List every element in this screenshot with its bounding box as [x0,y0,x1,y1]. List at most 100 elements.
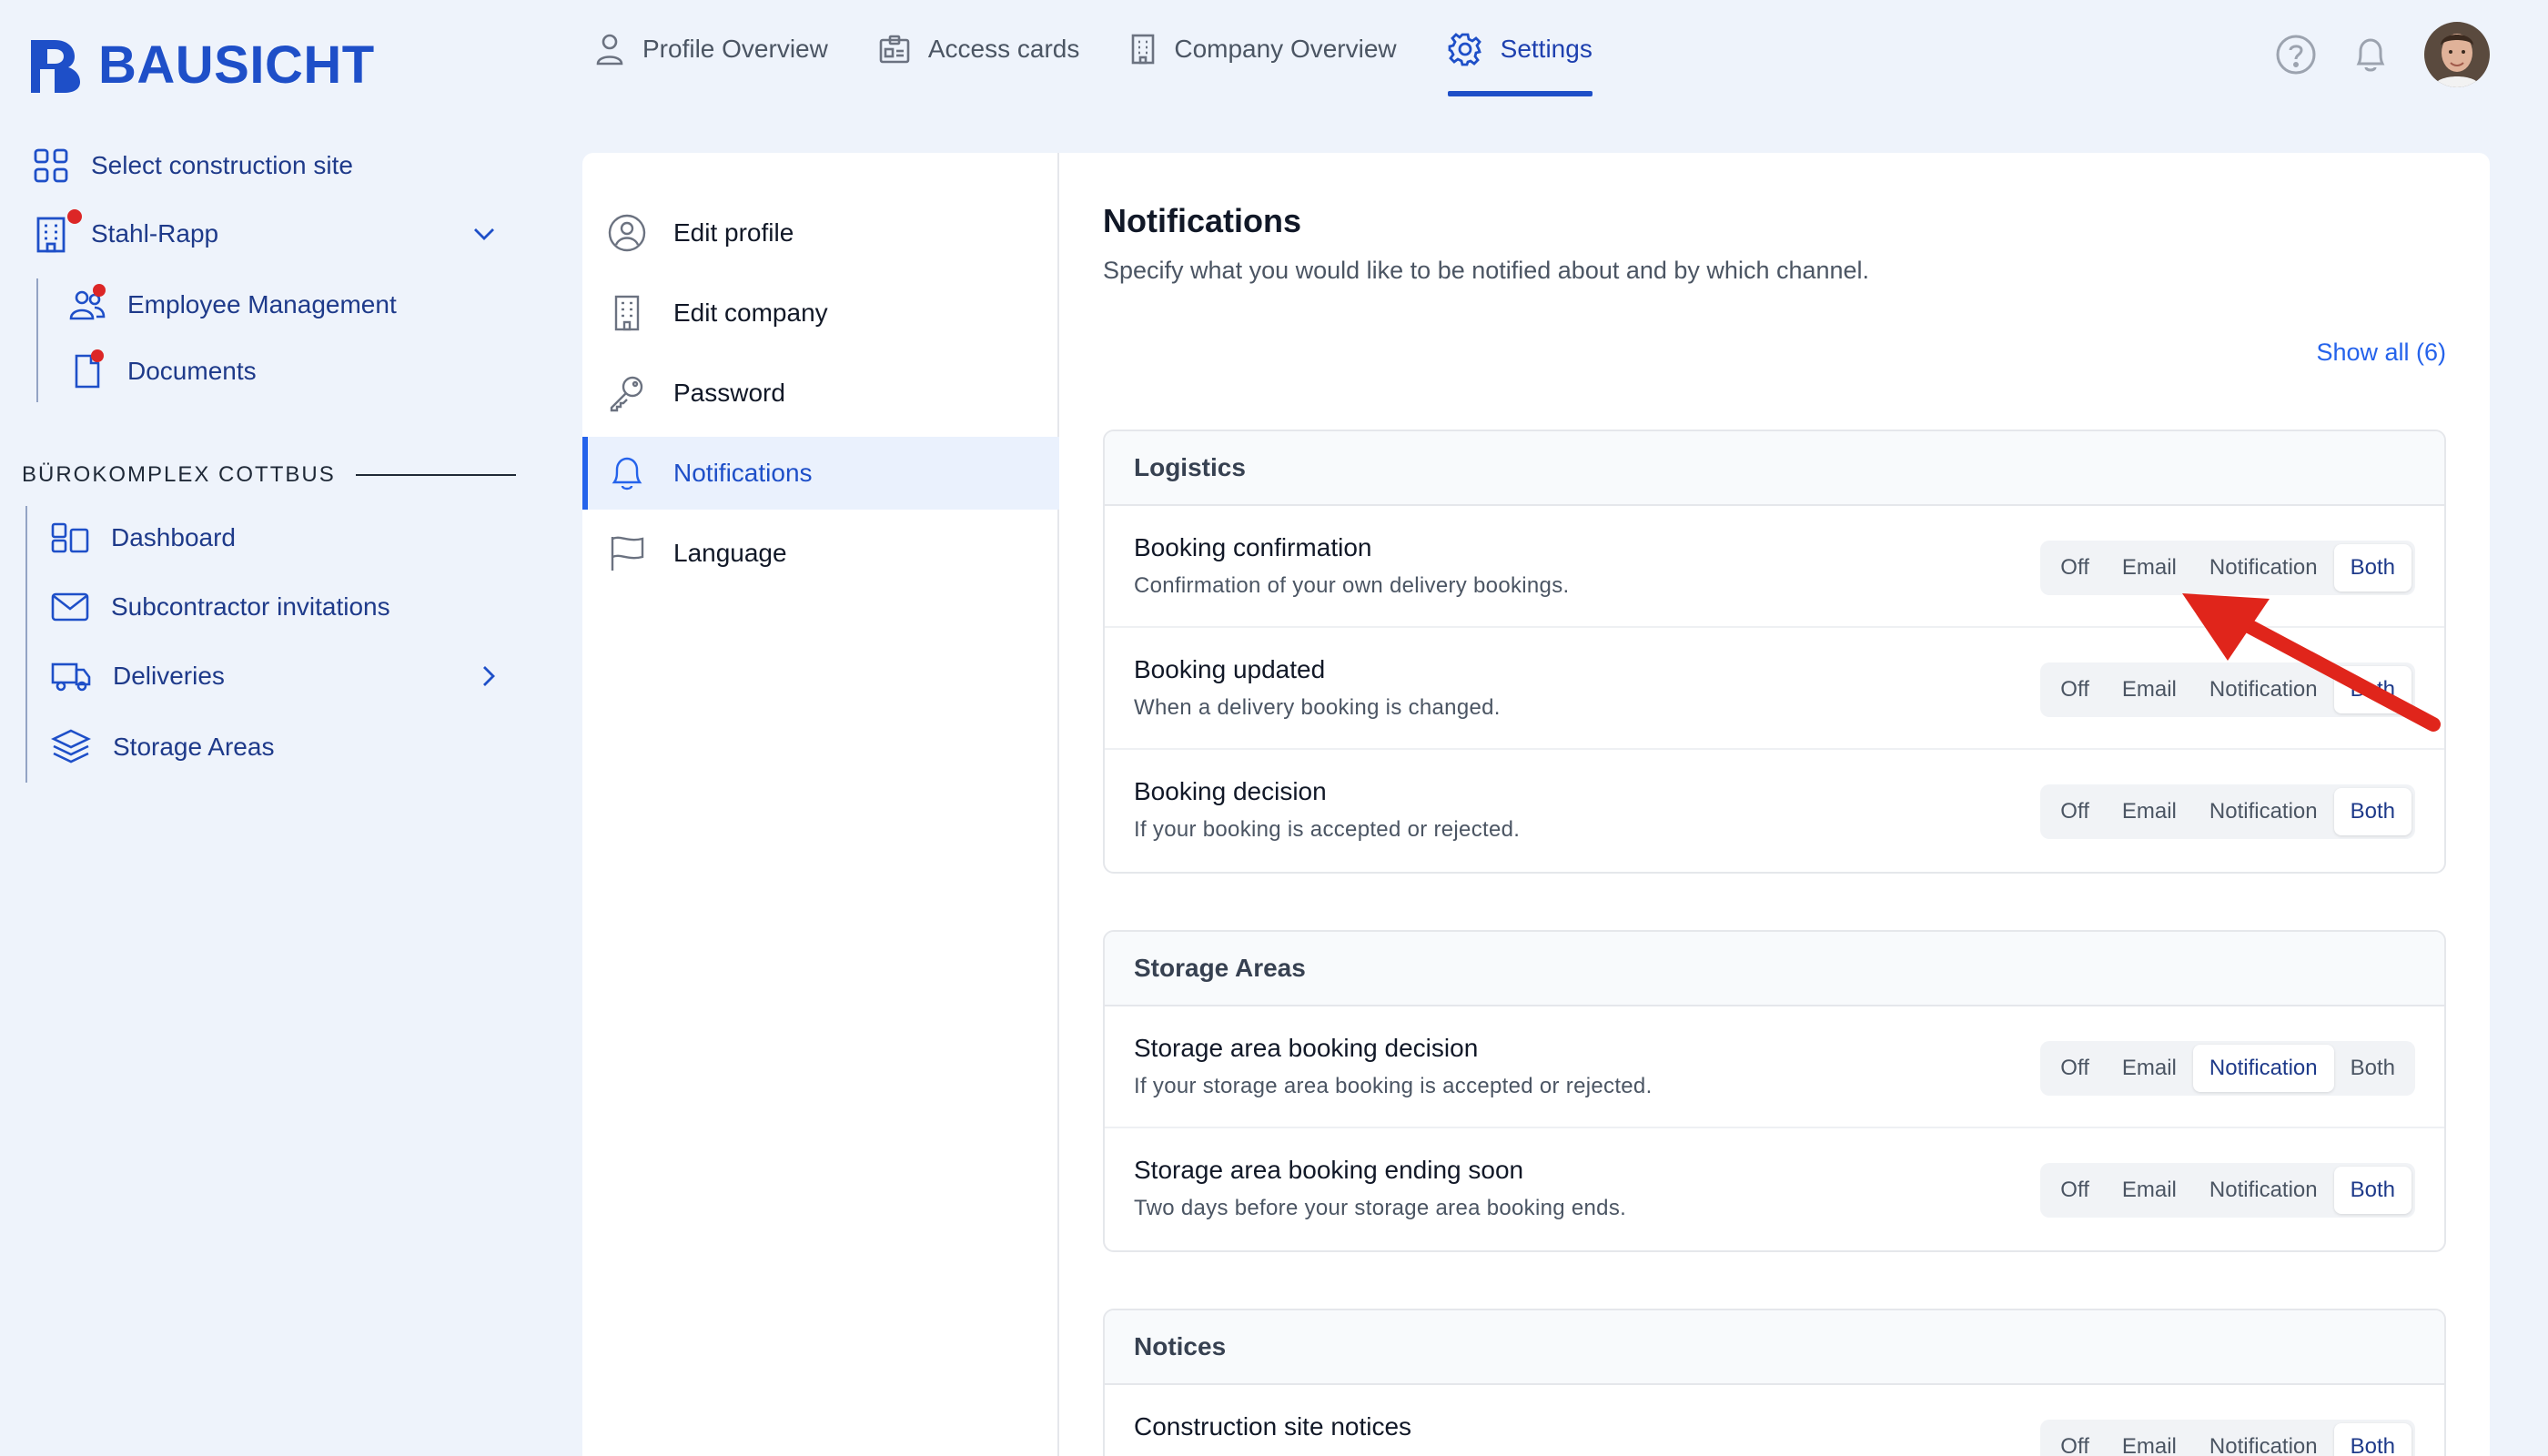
option-off[interactable]: Off [2044,1423,2106,1456]
option-email[interactable]: Email [2106,1045,2193,1092]
tab-settings[interactable]: Settings [1435,0,1605,98]
sidebar-item-deliveries[interactable]: Deliveries [51,661,497,692]
sidebar-item-label: Subcontractor invitations [111,592,390,621]
settings-nav-edit-company[interactable]: Edit company [582,277,1059,349]
row-title: Booking confirmation [1134,533,1372,561]
settings-nav-language[interactable]: Language [582,517,1059,590]
settings-nav-notifications[interactable]: Notifications [582,437,1059,510]
avatar[interactable] [2424,22,2490,87]
notification-row: Booking decision If your booking is acce… [1105,750,2444,872]
row-description: Confirmation of your own delivery bookin… [1134,573,1570,598]
user-icon [596,34,623,66]
sidebar-item-dashboard[interactable]: Dashboard [51,522,236,553]
group-title: Storage Areas [1105,932,2444,1006]
option-off[interactable]: Off [2044,1045,2106,1092]
option-both[interactable]: Both [2334,1045,2412,1092]
notification-dot [93,284,106,297]
page-description: Specify what you would like to be notifi… [1103,257,1870,284]
sidebar-item-employee-management[interactable]: Employee Management [69,284,397,322]
option-email[interactable]: Email [2106,1167,2193,1214]
bell-icon[interactable] [2351,35,2390,75]
chevron-right-icon[interactable] [480,663,497,689]
notification-row: Construction site notices Off Email Noti… [1105,1385,2444,1456]
settings-panel: Edit profile Edit company Password Notif… [582,153,2490,1456]
channel-selector: Off Email Notification Both [2040,1041,2415,1096]
site-section-header: BÜROKOMPLEX COTTBUS [22,462,516,488]
notification-dot [91,349,104,362]
building-icon [1132,34,1155,65]
company-name: Stahl-Rapp [91,219,219,248]
settings-nav-label: Edit profile [673,218,794,247]
help-icon[interactable] [2275,34,2317,76]
option-off[interactable]: Off [2044,666,2106,713]
chevron-down-icon[interactable] [471,226,497,242]
group-title: Notices [1105,1310,2444,1385]
site-section-title: BÜROKOMPLEX COTTBUS [22,462,336,487]
notification-group-notices: Notices Construction site notices Off Em… [1103,1309,2446,1456]
brand-logo[interactable]: BAUSICHT [27,35,375,96]
header-actions [2275,22,2490,87]
user-circle-icon [608,214,646,252]
tab-label: Settings [1500,35,1592,63]
option-both[interactable]: Both [2333,1167,2412,1214]
tab-profile-overview[interactable]: Profile Overview [582,0,841,98]
company-selector[interactable]: Stahl-Rapp [33,209,497,253]
brand-name: BAUSICHT [98,35,375,95]
key-icon [610,376,643,412]
settings-nav-label: Notifications [673,459,813,487]
sidebar-item-documents[interactable]: Documents [69,349,257,389]
option-off[interactable]: Off [2044,1167,2106,1214]
sidebar-item-subcontractor-invitations[interactable]: Subcontractor invitations [51,592,390,622]
row-title: Construction site notices [1134,1412,1412,1441]
row-title: Booking decision [1134,777,1327,805]
layers-icon [51,729,91,763]
option-off[interactable]: Off [2044,544,2106,592]
settings-nav-label: Password [673,379,785,407]
tab-label: Profile Overview [642,35,828,63]
building-icon [36,217,66,253]
flag-icon [611,536,644,571]
tab-company-overview[interactable]: Company Overview [1117,0,1409,98]
settings-nav-password[interactable]: Password [582,357,1059,430]
settings-nav-edit-profile[interactable]: Edit profile [582,197,1059,269]
page-title: Notifications [1103,202,1302,239]
truck-icon [51,662,91,692]
gear-icon [1448,33,1481,66]
option-off[interactable]: Off [2044,788,2106,835]
notification-row: Storage area booking decision If your st… [1105,1006,2444,1128]
row-description: Two days before your storage area bookin… [1134,1196,1627,1220]
option-notification[interactable]: Notification [2193,788,2334,835]
option-both[interactable]: Both [2333,788,2412,835]
tab-access-cards[interactable]: Access cards [866,0,1093,98]
option-email[interactable]: Email [2106,788,2193,835]
avatar-image [2424,22,2490,87]
row-title: Storage area booking decision [1134,1034,1479,1062]
select-construction-site-link[interactable]: Select construction site [33,147,353,184]
sidebar-item-label: Dashboard [111,523,236,551]
sidebar-item-label: Employee Management [127,290,397,318]
bausicht-logo-icon [31,39,80,93]
notification-group-storage-areas: Storage Areas Storage area booking decis… [1103,930,2446,1252]
top-navigation: Profile Overview Access cards Company Ov… [582,0,1631,98]
sidebar-item-label: Deliveries [113,662,225,690]
row-description: If your storage area booking is accepted… [1134,1074,1653,1098]
notification-row: Storage area booking ending soon Two day… [1105,1128,2444,1250]
channel-selector: Off Email Notification Both [2040,1420,2415,1456]
settings-nav-label: Language [673,539,787,567]
section-divider [355,474,516,476]
option-notification[interactable]: Notification [2193,1423,2334,1456]
show-all-link[interactable]: Show all (6) [2316,339,2446,367]
row-title: Storage area booking ending soon [1134,1156,1524,1184]
option-email[interactable]: Email [2106,1423,2193,1456]
channel-selector: Off Email Notification Both [2040,1163,2415,1218]
option-notification[interactable]: Notification [2192,1045,2334,1092]
id-card-icon [879,35,910,64]
bell-icon [612,457,642,490]
notifications-content: Notifications Specify what you would lik… [1103,153,2446,1456]
mail-icon [51,592,89,622]
row-description: When a delivery booking is changed. [1134,695,1501,720]
sidebar-item-storage-areas[interactable]: Storage Areas [51,728,274,766]
option-both[interactable]: Both [2333,1423,2412,1456]
option-notification[interactable]: Notification [2193,1167,2334,1214]
select-site-label: Select construction site [91,151,353,179]
